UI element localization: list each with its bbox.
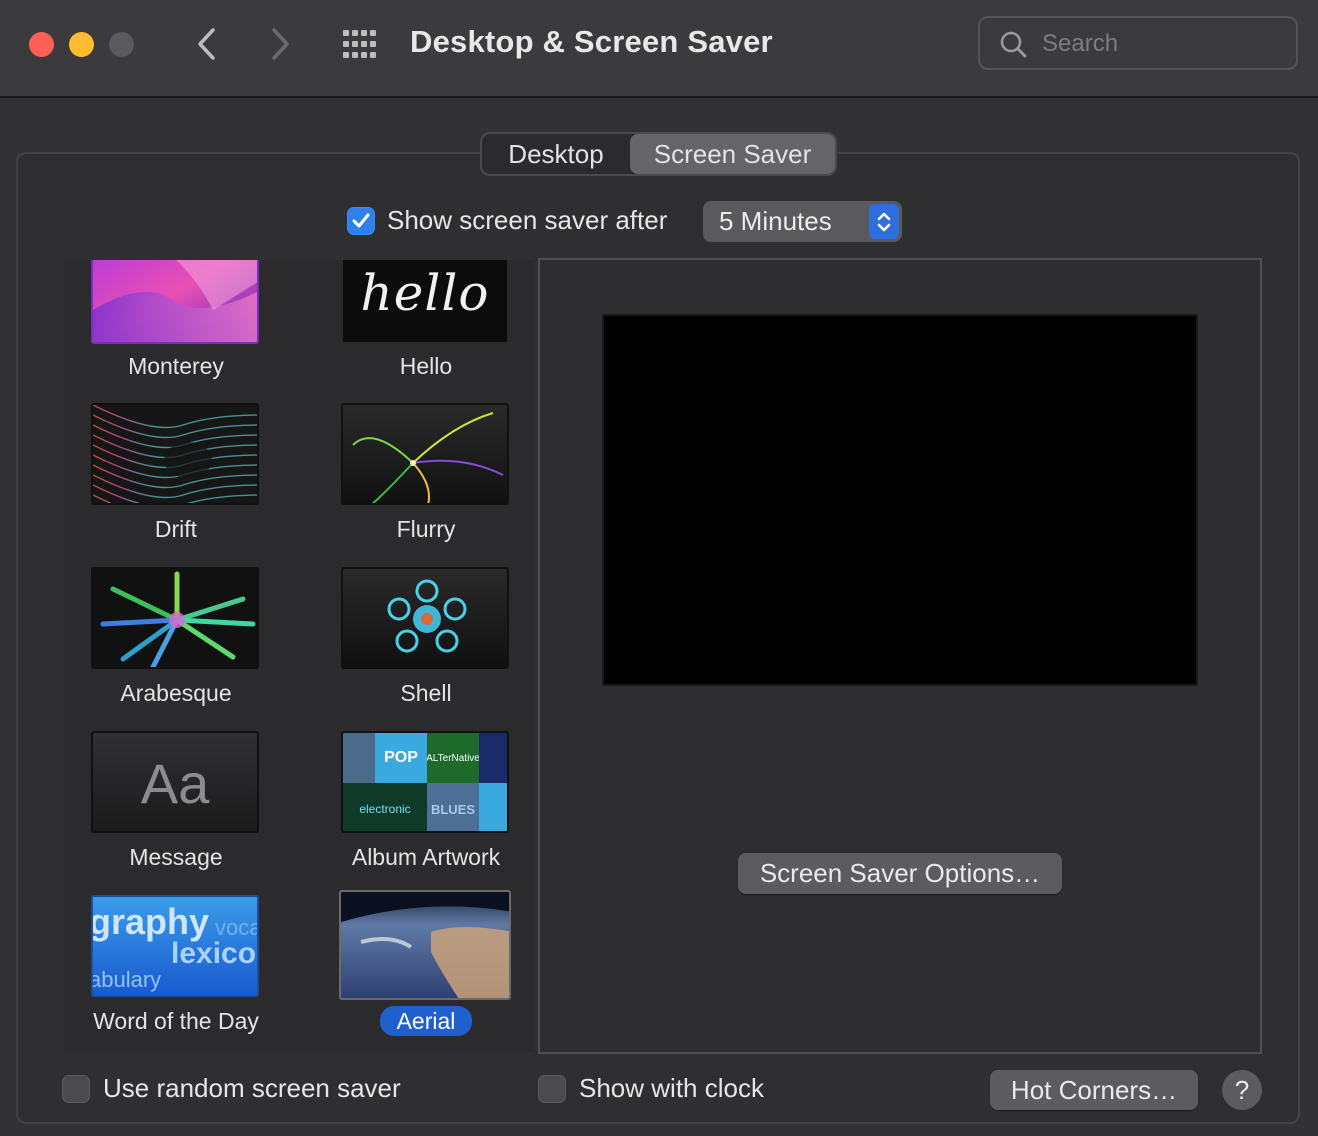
window-title: Desktop & Screen Saver — [410, 24, 773, 59]
saver-label: Shell — [400, 680, 452, 706]
tab-desktop[interactable]: Desktop — [482, 134, 630, 174]
message-thumbnail: Aa — [91, 731, 259, 833]
saver-label: Flurry — [396, 516, 456, 542]
hello-text: hello — [360, 264, 490, 322]
search-icon — [1000, 31, 1027, 58]
random-saver-checkbox[interactable] — [62, 1075, 90, 1103]
saver-label: Monterey — [128, 353, 224, 379]
close-window-button[interactable] — [29, 32, 54, 57]
shell-thumbnail — [341, 567, 509, 669]
message-sample-text: Aa — [140, 752, 210, 815]
back-button[interactable] — [186, 22, 226, 66]
flurry-thumbnail — [341, 403, 509, 505]
search-input[interactable] — [1040, 26, 1284, 62]
updown-chevron-icon — [869, 204, 899, 239]
screen-saver-list[interactable]: Monterey hello Hello Drift Flurry Arabes… — [64, 260, 534, 1052]
random-saver-label: Use random screen saver — [103, 1073, 401, 1103]
saver-label: Arabesque — [120, 680, 232, 706]
help-button[interactable]: ? — [1222, 1070, 1262, 1110]
saver-label: Album Artwork — [351, 844, 501, 870]
saver-label: Message — [129, 844, 223, 870]
saver-label: Hello — [399, 353, 453, 379]
word-of-the-day-thumbnail: graphy voca lexicog abulary — [91, 895, 259, 997]
hello-thumbnail: hello — [341, 260, 509, 344]
show-after-label: Show screen saver after — [387, 205, 668, 235]
delay-value: 5 Minutes — [719, 206, 832, 236]
chevron-left-icon — [198, 28, 215, 60]
saver-label: Drift — [154, 516, 198, 542]
checkmark-icon — [352, 213, 370, 228]
delay-popup[interactable]: 5 Minutes — [703, 201, 902, 242]
screen-saver-preview — [602, 314, 1198, 686]
saver-label-selected: Aerial — [331, 1006, 521, 1036]
tab-screen-saver[interactable]: Screen Saver — [630, 134, 835, 174]
minimize-window-button[interactable] — [69, 32, 94, 57]
search-field[interactable] — [978, 16, 1298, 70]
aerial-thumbnail — [339, 890, 511, 1000]
album-artwork-thumbnail: POP ALTerNative electronic BLUES — [341, 731, 509, 833]
show-after-checkbox[interactable] — [347, 207, 375, 235]
screen-saver-options-button[interactable]: Screen Saver Options… — [738, 853, 1062, 894]
saver-label: Word of the Day — [93, 1008, 259, 1034]
forward-button[interactable] — [261, 22, 301, 66]
chevron-right-icon — [272, 28, 289, 60]
hot-corners-button[interactable]: Hot Corners… — [990, 1070, 1198, 1110]
arabesque-thumbnail — [91, 567, 259, 669]
title-bar: Desktop & Screen Saver — [0, 0, 1318, 98]
drift-thumbnail — [91, 403, 259, 505]
monterey-thumbnail — [91, 260, 259, 344]
show-all-grid-icon[interactable] — [341, 28, 379, 60]
show-clock-label: Show with clock — [579, 1073, 764, 1103]
tab-bar: Desktop Screen Saver — [480, 132, 837, 176]
zoom-window-button[interactable] — [109, 32, 134, 57]
show-clock-checkbox[interactable] — [538, 1075, 566, 1103]
